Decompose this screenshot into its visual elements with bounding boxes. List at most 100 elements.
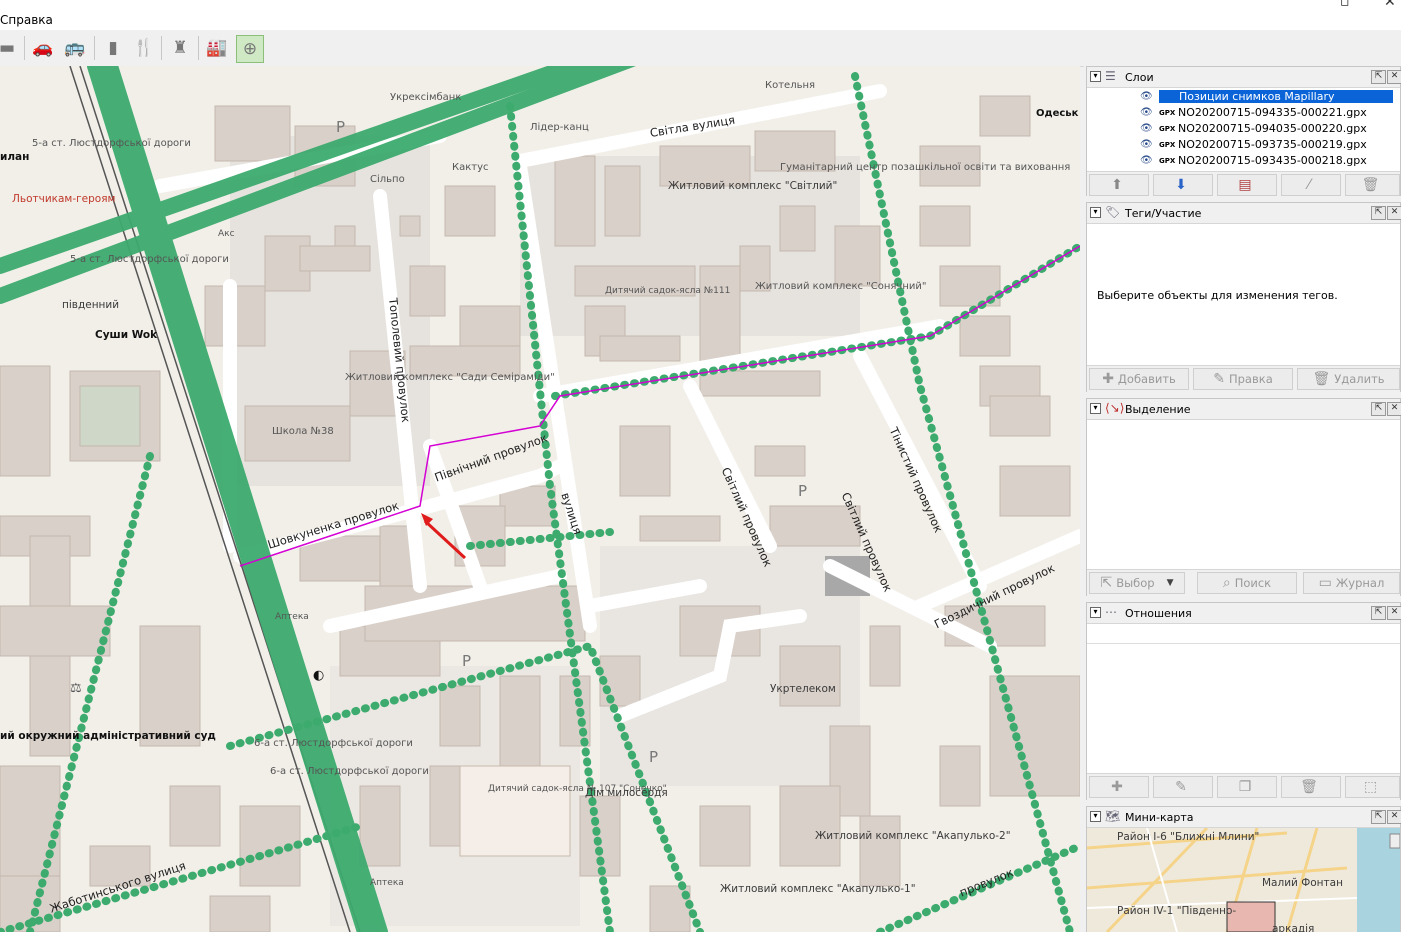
label-hum-center: Гуманітарний центр позашкільної освіти т… bbox=[780, 162, 1070, 173]
relation-icon: ⋯ bbox=[1105, 605, 1117, 619]
label-zhk-soniachnyi: Житловий комплекс "Сонячний" bbox=[755, 281, 926, 292]
move-up-icon[interactable]: ⬆ bbox=[1089, 174, 1149, 196]
label-zhk-akapulko-1: Житловий комплекс "Акапулько-1" bbox=[720, 884, 916, 895]
layer-row[interactable]: 👁 GPX NO20200715-093435-000218.gpx bbox=[1087, 153, 1397, 169]
filter-icon[interactable]: ⁄ bbox=[1281, 174, 1341, 196]
search-button[interactable]: ⌕ Поиск bbox=[1197, 572, 1297, 594]
layers-icon: ☰ bbox=[1105, 69, 1116, 83]
field-icon[interactable]: ▬ bbox=[0, 35, 20, 61]
eye-icon[interactable]: 👁 bbox=[1140, 107, 1153, 118]
new-relation-icon[interactable]: ✚ bbox=[1089, 776, 1149, 798]
label-kindergarten-107: Дитячий садок-ясла № 107 "Сонечко" bbox=[488, 784, 667, 794]
label-zhk-sady: Житловий комплекс "Сади Семіраміди" bbox=[345, 372, 555, 383]
close-icon[interactable]: ✕ bbox=[1387, 606, 1401, 620]
toolbar: ▬ 🚗 🚌 ▮ 🍴 ♜ 🏭 ⊕ bbox=[0, 30, 1401, 67]
move-down-icon[interactable]: ⬇ bbox=[1153, 174, 1213, 196]
tags-title: Теги/Участие bbox=[1125, 207, 1202, 220]
history-button[interactable]: ▭ Журнал bbox=[1303, 572, 1400, 594]
collapse-icon[interactable]: ▾ bbox=[1090, 207, 1101, 218]
parking-1: P bbox=[336, 118, 346, 136]
label-silpo: Сільпо bbox=[370, 174, 405, 185]
map-canvas[interactable]: Світла вулиця Тополевий провулок Північн… bbox=[0, 66, 1080, 932]
label-odesa-institute: Одеськ регіонал інстит держав управлі (О… bbox=[1036, 108, 1080, 119]
collapse-icon[interactable]: ▾ bbox=[1090, 71, 1101, 82]
add-tag-button[interactable]: ✚ Добавить bbox=[1089, 368, 1189, 390]
parking-2: P bbox=[462, 652, 472, 670]
minimap-canvas[interactable]: Район I-6 "Ближні Млини" Район IV-1 "Пів… bbox=[1087, 828, 1400, 932]
restaurant-icon[interactable]: 🍴 bbox=[131, 35, 157, 61]
detach-icon[interactable]: ⇱ bbox=[1371, 70, 1386, 84]
label-apteka-1: Аптека bbox=[275, 612, 309, 622]
castle-icon[interactable]: ♜ bbox=[167, 35, 193, 61]
selection-header: ▾ ⟨↘⟩ Выделение ⇱ ✕ bbox=[1087, 399, 1401, 420]
barrier-icon[interactable]: ▮ bbox=[100, 35, 126, 61]
gpx-icon: GPX bbox=[1159, 157, 1176, 165]
delete-tag-button[interactable]: 🗑 Удалить bbox=[1297, 368, 1400, 390]
parking-4: P bbox=[649, 748, 659, 766]
label-zhk-svitlyi: Житловий комплекс "Світлий" bbox=[668, 181, 837, 192]
eye-icon[interactable]: 👁 bbox=[1140, 139, 1153, 150]
collapse-icon[interactable]: ▾ bbox=[1090, 403, 1101, 414]
layer-row-mapillary[interactable]: 👁 Позиции снимков Mapillary bbox=[1087, 89, 1397, 105]
eye-icon[interactable]: 👁 bbox=[1140, 123, 1153, 134]
label-ukrtelekom: Укртелеком bbox=[770, 683, 836, 695]
relations-panel: ▾ ⋯ Отношения ⇱ ✕ ✚ ✎ ❐ 🗑 ⬚ bbox=[1086, 602, 1401, 800]
layer-name: Позиции снимков Mapillary bbox=[1159, 90, 1393, 103]
restore-window-icon[interactable]: ▫ bbox=[1340, 0, 1350, 10]
close-window-icon[interactable]: ✕ bbox=[1384, 0, 1396, 10]
toolbar-separator bbox=[24, 36, 25, 60]
detach-icon[interactable]: ⇱ bbox=[1371, 810, 1386, 824]
label-stop-5a-2: 5-а ст. Люстдорфської дороги bbox=[70, 254, 229, 265]
mapillary-icon[interactable]: ⊕ bbox=[236, 35, 264, 63]
label-school: Школа №38 bbox=[272, 426, 334, 437]
layers-header: ▾ ☰ Слои ⇱ ✕ bbox=[1087, 67, 1401, 88]
tags-header: ▾ 🏷 Теги/Участие ⇱ ✕ bbox=[1087, 203, 1401, 224]
select-members-icon[interactable]: ⬚ bbox=[1345, 776, 1400, 798]
detach-icon[interactable]: ⇱ bbox=[1371, 402, 1386, 416]
label-stop-5a: 5-а ст. Люстдорфської дороги bbox=[32, 138, 191, 149]
eye-icon[interactable]: 👁 bbox=[1140, 155, 1153, 166]
collapse-icon[interactable]: ▾ bbox=[1090, 607, 1101, 618]
bus-icon[interactable]: 🚌 bbox=[62, 35, 88, 61]
detach-icon[interactable]: ⇱ bbox=[1371, 206, 1386, 220]
minimap-label-2: Район IV-1 "Південно- bbox=[1117, 905, 1237, 917]
select-button[interactable]: ⇱ Выбор ▼ bbox=[1089, 572, 1185, 594]
close-icon[interactable]: ✕ bbox=[1387, 810, 1401, 824]
label-stop-6a-2: 6-а ст. Люстдорфської дороги bbox=[270, 766, 429, 777]
factory-icon[interactable]: 🏭 bbox=[204, 35, 230, 61]
minimap-label-3: Малий Фонтан bbox=[1262, 877, 1343, 889]
layer-row[interactable]: 👁 GPX NO20200715-094335-000221.gpx bbox=[1087, 105, 1397, 121]
tags-empty-message: Выберите объекты для изменения тегов. bbox=[1097, 289, 1338, 302]
detach-icon[interactable]: ⇱ bbox=[1371, 606, 1386, 620]
close-icon[interactable]: ✕ bbox=[1387, 70, 1401, 84]
layer-row[interactable]: 👁 GPX NO20200715-093735-000219.gpx bbox=[1087, 137, 1397, 153]
minimap-label-4: аркадія bbox=[1272, 923, 1315, 932]
minimap-label-1: Район I-6 "Ближні Млини" bbox=[1117, 831, 1260, 843]
close-icon[interactable]: ✕ bbox=[1387, 206, 1401, 220]
delete-relation-icon[interactable]: 🗑 bbox=[1281, 776, 1341, 798]
delete-layer-icon[interactable]: 🗑 bbox=[1345, 174, 1400, 196]
label-stop-6a: 6-а ст. Люстдорфської дороги bbox=[254, 738, 413, 749]
label-court: ий окружний адміністративний суд bbox=[0, 730, 216, 742]
close-icon[interactable]: ✕ bbox=[1387, 402, 1401, 416]
merge-layers-icon[interactable]: ▤ bbox=[1217, 174, 1277, 196]
label-l-heroes: Льотчикам-героям bbox=[12, 193, 116, 205]
duplicate-relation-icon[interactable]: ❐ bbox=[1217, 776, 1277, 798]
gpx-icon: GPX bbox=[1159, 125, 1176, 133]
layers-toolbar: ⬆ ⬇ ▤ ⁄ 🗑 bbox=[1087, 171, 1400, 198]
label-sushi: Суши Wok bbox=[95, 329, 158, 341]
car-icon[interactable]: 🚗 bbox=[30, 35, 56, 61]
tag-icon: 🏷 bbox=[1105, 205, 1121, 219]
help-menu[interactable]: Справка bbox=[0, 13, 53, 27]
label-aks: Акс bbox=[218, 229, 235, 239]
layer-name: NO20200715-093735-000219.gpx bbox=[1178, 138, 1367, 151]
collapse-icon[interactable]: ▾ bbox=[1090, 811, 1101, 822]
parking-3: P bbox=[798, 482, 808, 500]
label-kaktus: Кактус bbox=[452, 162, 489, 173]
eye-icon[interactable]: 👁 bbox=[1140, 91, 1153, 102]
edit-relation-icon[interactable]: ✎ bbox=[1153, 776, 1213, 798]
layer-row[interactable]: 👁 GPX NO20200715-094035-000220.gpx bbox=[1087, 121, 1397, 137]
edit-tag-button[interactable]: ✎ Правка bbox=[1193, 368, 1293, 390]
selection-icon: ⟨↘⟩ bbox=[1105, 401, 1125, 415]
minimap-icon: 🗺 bbox=[1105, 809, 1121, 823]
